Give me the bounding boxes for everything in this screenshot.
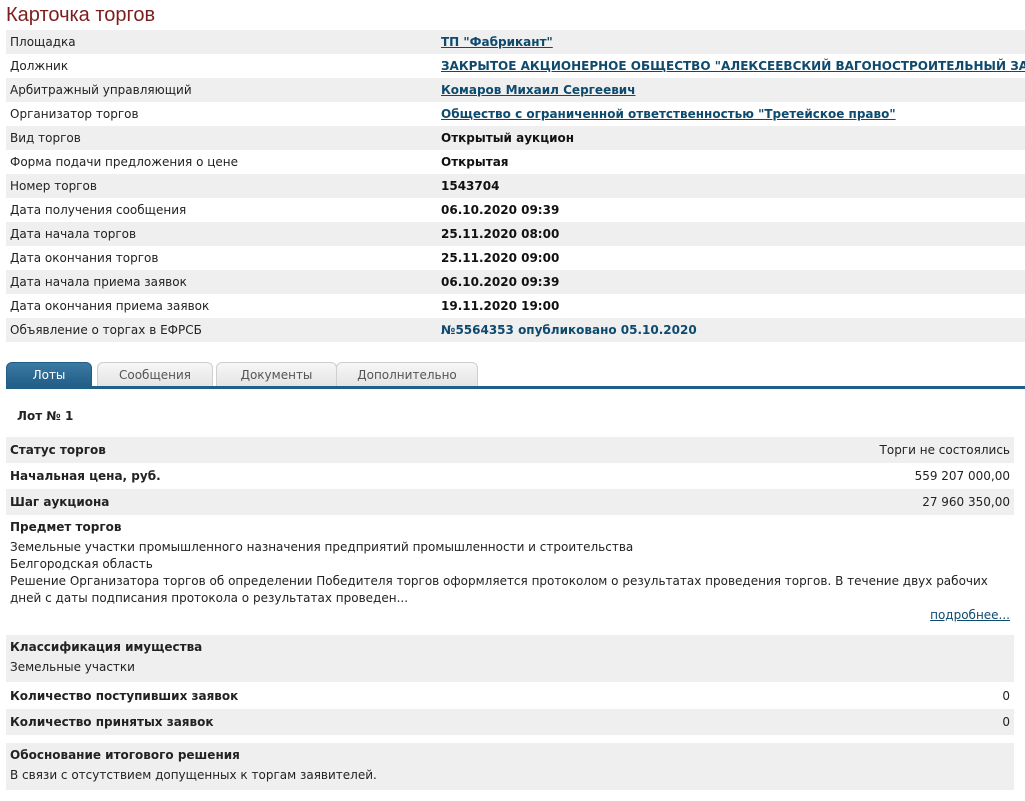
info-key: Дата окончания приема заявок [10,299,210,313]
subject-line: Решение Организатора торгов об определен… [10,574,988,605]
info-value-link[interactable]: Комаров Михаил Сергеевич [441,83,635,97]
info-value: 06.10.2020 09:39 [441,203,560,217]
info-key: Форма подачи предложения о цене [10,155,239,169]
info-row: Дата окончания приема заявок 19.11.2020 1… [6,294,1025,318]
info-key: Должник [10,59,69,73]
classification-value: Земельные участки [10,660,135,674]
info-key: Дата начала приема заявок [6,270,437,294]
tab-lots[interactable]: Лоты [6,362,92,387]
lot-accepted-row: Количество принятых заявок 0 [6,709,1014,735]
step-value: 27 960 350,00 [922,495,1010,509]
tab-underline [6,386,1025,389]
reason-label: Обоснование итогового решения [10,748,240,762]
info-value: Открытая [441,155,509,169]
reason-value: В связи с отсутствием допущенных к торга… [10,768,377,782]
status-value: Торги не состоялись [879,443,1010,457]
info-value-cell: ТП "Фабрикант" [437,30,1025,54]
lot-subject-block: Предмет торгов Земельные участки промышл… [6,515,1014,622]
info-row: Организатор торгов Общество с ограниченно… [6,102,1025,126]
efrsb-announcement-link[interactable]: №5564353 опубликовано 05.10.2020 [441,323,697,337]
tab-documents[interactable]: Документы [216,362,337,387]
info-value: 1543704 [437,174,1025,198]
lot-step-row: Шаг аукциона 27 960 350,00 [6,489,1014,515]
subject-label: Предмет торгов [10,520,122,534]
step-label: Шаг аукциона [10,495,110,509]
info-value-cell: Общество с ограниченной ответственностью… [437,102,1025,126]
info-key: Организатор торгов [10,107,139,121]
lot-reason-block: Обоснование итогового решения В связи с … [6,743,1014,790]
tab-bar: Лоты Сообщения Документы Дополнительно [6,362,1025,390]
info-row: Номер торгов 1543704 [6,174,1025,198]
info-value: 06.10.2020 09:39 [437,270,1025,294]
info-key: Дата начала торгов [6,222,437,246]
info-row: Объявление о торгах в ЕФРСБ №5564353 опуб… [6,318,1025,342]
tab-additional[interactable]: Дополнительно [336,362,478,387]
info-value-cell: ЗАКРЫТОЕ АКЦИОНЕРНОЕ ОБЩЕСТВО "АЛЕКСЕЕВС… [437,54,1025,78]
info-key: Дата получения сообщения [10,203,187,217]
subject-line: Земельные участки промышленного назначен… [10,540,634,554]
lot-received-row: Количество поступивших заявок 0 [6,683,1014,709]
info-value-cell: №5564353 опубликовано 05.10.2020 [437,318,1025,342]
more-link[interactable]: подробнее... [930,608,1010,622]
accepted-value: 0 [1002,715,1010,729]
info-value: 25.11.2020 08:00 [437,222,1025,246]
info-value-link[interactable]: ЗАКРЫТОЕ АКЦИОНЕРНОЕ ОБЩЕСТВО "АЛЕКСЕЕВС… [441,59,1025,73]
info-key: Номер торгов [6,174,437,198]
accepted-label: Количество принятых заявок [10,715,214,729]
info-value: Открытый аукцион [437,126,1025,150]
info-value: 19.11.2020 19:00 [441,299,560,313]
auction-info-table: Площадка ТП "Фабрикант" Должник ЗАКРЫТОЕ АК… [6,30,1025,342]
received-value: 0 [1002,689,1010,703]
subject-line: Белгородская область [10,557,153,571]
info-row: Вид торгов Открытый аукцион [6,126,1025,150]
info-row: Дата получения сообщения 06.10.2020 09:39 [6,198,1025,222]
classification-label: Классификация имущества [10,640,203,654]
start-price-label: Начальная цена, руб. [10,469,161,483]
info-value-link[interactable]: ТП "Фабрикант" [441,35,553,49]
info-row: Должник ЗАКРЫТОЕ АКЦИОНЕРНОЕ ОБЩЕСТВО "АЛ… [6,54,1025,78]
lot-start-price-row: Начальная цена, руб. 559 207 000,00 [6,463,1014,489]
lot-title: Лот № 1 [17,409,74,423]
lot-classification-block: Классификация имущества Земельные участк… [6,635,1014,682]
status-label: Статус торгов [10,443,106,457]
info-row: Дата начала торгов 25.11.2020 08:00 [6,222,1025,246]
info-row: Дата начала приема заявок 06.10.2020 09:3… [6,270,1025,294]
received-label: Количество поступивших заявок [10,689,239,703]
info-row: Форма подачи предложения о цене Открытая [6,150,1025,174]
info-value-cell: Комаров Михаил Сергеевич [437,78,1025,102]
page-title: Карточка торгов [6,4,156,26]
info-row: Площадка ТП "Фабрикант" [6,30,1025,54]
info-value-link[interactable]: Общество с ограниченной ответственностью… [441,107,896,121]
info-row: Дата окончания торгов 25.11.2020 09:00 [6,246,1025,270]
info-row: Арбитражный управляющий Комаров Михаил Се… [6,78,1025,102]
info-value: 25.11.2020 09:00 [441,251,560,265]
tab-messages[interactable]: Сообщения [97,362,213,387]
start-price-value: 559 207 000,00 [914,469,1010,483]
info-key: Арбитражный управляющий [6,78,437,102]
info-key: Вид торгов [6,126,437,150]
info-key: Дата окончания торгов [10,251,159,265]
lot-status-row: Статус торгов Торги не состоялись [6,437,1014,463]
info-key: Объявление о торгах в ЕФРСБ [6,318,437,342]
info-key: Площадка [6,30,437,54]
